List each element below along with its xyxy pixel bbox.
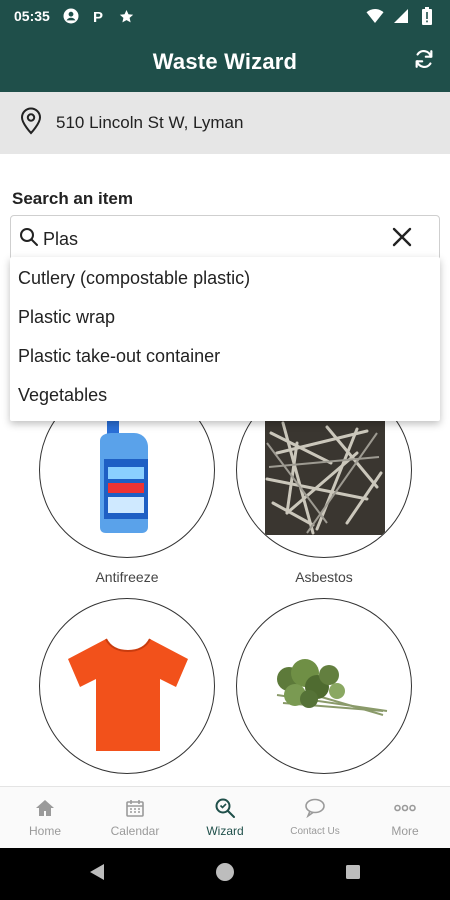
- tshirt-image: [40, 638, 214, 773]
- bottom-nav: Home Calendar Wizard Contact Us More: [0, 786, 450, 848]
- clear-search-button[interactable]: [389, 226, 415, 252]
- refresh-button[interactable]: [410, 46, 438, 76]
- search-label: Search an item: [12, 189, 133, 208]
- nav-label: Contact Us: [290, 826, 340, 837]
- nav-label: Calendar: [110, 824, 160, 838]
- svg-text:P: P: [93, 9, 103, 24]
- suggestion-item[interactable]: Cutlery (compostable plastic): [10, 259, 440, 298]
- nav-wizard[interactable]: Wizard: [180, 787, 270, 848]
- suggestion-item[interactable]: Plastic wrap: [10, 298, 440, 337]
- back-triangle-icon: [88, 862, 106, 887]
- app-bar: Waste Wizard: [0, 32, 450, 92]
- recents-square-icon: [344, 863, 362, 886]
- item-herbs-card[interactable]: [236, 598, 412, 774]
- close-icon: [391, 226, 413, 253]
- nav-more[interactable]: More: [360, 787, 450, 848]
- item-grid: Antifreeze Asbestos: [0, 380, 450, 790]
- home-system-button[interactable]: [211, 860, 239, 888]
- status-bar: 05:35 P: [0, 0, 450, 32]
- item-label: Asbestos: [295, 569, 353, 585]
- nav-label: Home: [28, 824, 61, 838]
- status-left: 05:35 P: [14, 7, 136, 25]
- signal-icon: [392, 7, 410, 25]
- asbestos-fibers-image: [237, 419, 411, 557]
- search-icon: [19, 227, 39, 252]
- wizard-search-icon: [214, 797, 236, 819]
- star-icon: [118, 7, 136, 25]
- status-time: 05:35: [14, 8, 50, 24]
- herbs-image: [237, 659, 411, 773]
- battery-alert-icon: [418, 7, 436, 25]
- item-clothing-card[interactable]: [39, 598, 215, 774]
- chat-bubble-icon: [304, 797, 326, 819]
- back-button[interactable]: [83, 860, 111, 888]
- nav-home[interactable]: Home: [0, 787, 90, 848]
- search-box[interactable]: [10, 215, 440, 263]
- search-input[interactable]: [43, 228, 363, 250]
- nav-label: More: [391, 824, 419, 838]
- address-text: 510 Lincoln St W, Lyman: [56, 113, 244, 132]
- antifreeze-bottle-image: [40, 421, 214, 557]
- calendar-icon: [124, 797, 146, 819]
- nav-calendar[interactable]: Calendar: [90, 787, 180, 848]
- suggestion-item[interactable]: Plastic take-out container: [10, 337, 440, 376]
- address-bar[interactable]: 510 Lincoln St W, Lyman: [0, 92, 450, 154]
- item-label: Antifreeze: [95, 569, 159, 585]
- system-nav-bar: [0, 848, 450, 900]
- more-dots-icon: [394, 797, 416, 819]
- status-right: [366, 7, 436, 25]
- wifi-icon: [366, 7, 384, 25]
- account-circle-icon: [62, 7, 80, 25]
- nav-contact-us[interactable]: Contact Us: [270, 787, 360, 848]
- home-icon: [34, 797, 56, 819]
- suggestion-item[interactable]: Vegetables: [10, 376, 440, 415]
- location-pin-icon: [18, 107, 44, 140]
- home-circle-icon: [214, 861, 236, 888]
- nav-label: Wizard: [206, 824, 244, 838]
- parking-icon: P: [90, 7, 108, 25]
- suggestion-dropdown: Cutlery (compostable plastic) Plastic wr…: [10, 257, 440, 421]
- recents-button[interactable]: [339, 860, 367, 888]
- app-title: Waste Wizard: [152, 49, 298, 74]
- refresh-icon: [413, 48, 435, 75]
